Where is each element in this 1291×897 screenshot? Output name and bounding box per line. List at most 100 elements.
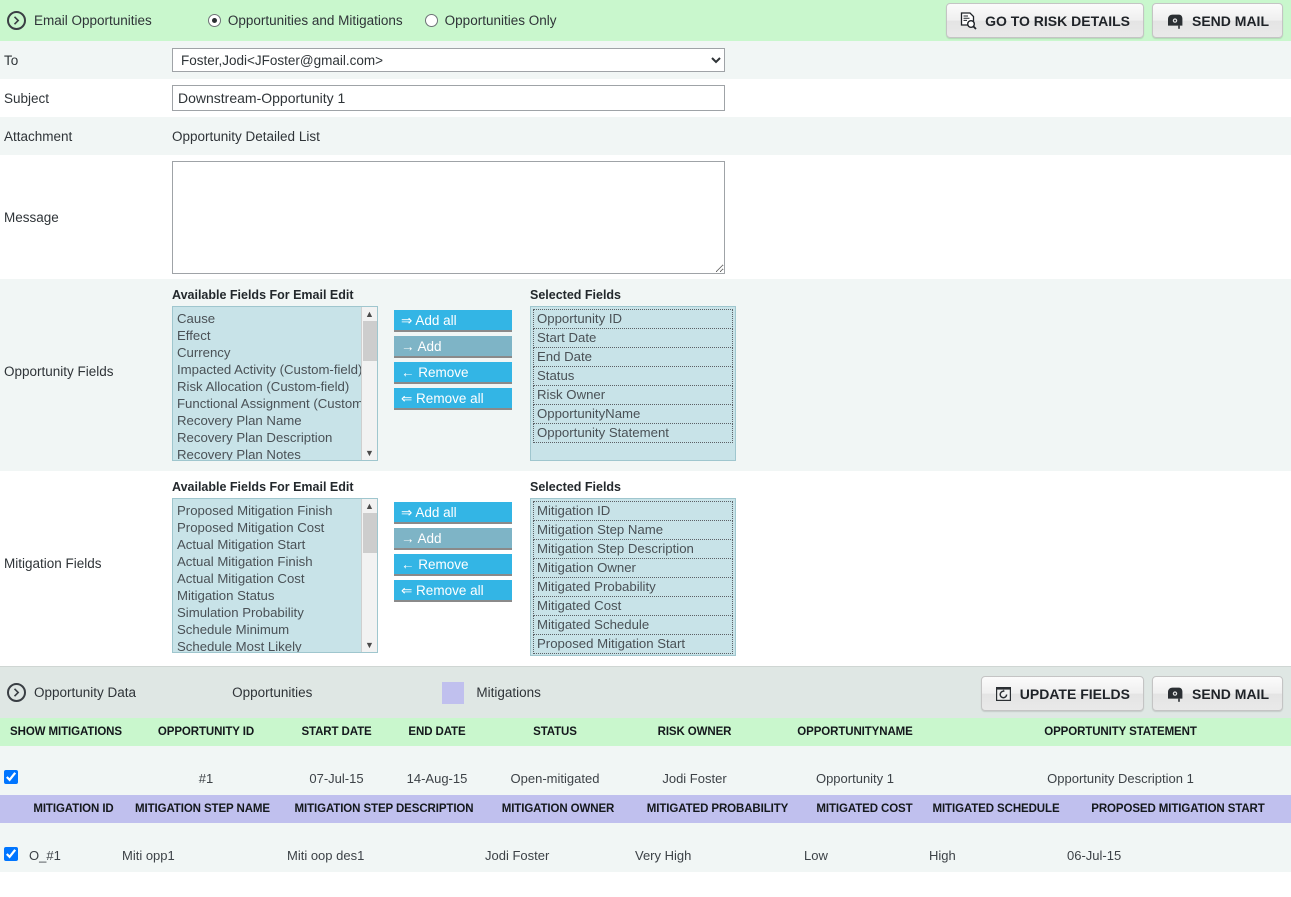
- mitigation-selected-listbox[interactable]: Mitigation ID Mitigation Step Name Mitig…: [530, 498, 736, 656]
- opportunity-available-scrollbar[interactable]: ▲ ▼: [361, 307, 377, 460]
- list-item[interactable]: Status: [533, 366, 733, 386]
- list-item[interactable]: Opportunity Statement: [533, 423, 733, 443]
- list-item[interactable]: Recovery Plan Description: [177, 429, 361, 446]
- list-item[interactable]: End Date: [533, 347, 733, 367]
- update-fields-button[interactable]: UPDATE FIELDS: [980, 676, 1144, 711]
- list-item[interactable]: Mitigation Step Name: [533, 520, 733, 540]
- list-item[interactable]: Risk Owner: [533, 385, 733, 405]
- list-item[interactable]: Mitigation Step Description: [533, 539, 733, 559]
- list-item[interactable]: Actual Mitigation Start: [177, 536, 361, 553]
- list-item[interactable]: Risk Allocation (Custom-field): [177, 378, 361, 395]
- column-header-mitigated-probability: MITIGATED PROBABILITY: [633, 795, 802, 823]
- list-item[interactable]: Mitigation Status: [177, 587, 361, 604]
- list-item[interactable]: Functional Assignment (Custom-f: [177, 395, 361, 412]
- opportunity-add-all-button[interactable]: ⇒ Add all: [394, 310, 512, 332]
- scroll-down-icon[interactable]: ▼: [365, 638, 374, 652]
- email-opportunities-header: Email Opportunities Opportunities and Mi…: [0, 0, 1291, 41]
- opportunity-remove-button[interactable]: ← Remove: [394, 362, 512, 384]
- mitigation-remove-button[interactable]: ← Remove: [394, 554, 512, 576]
- opportunity-available-options[interactable]: Cause Effect Currency Impacted Activity …: [173, 307, 361, 460]
- mitigation-row-checkbox[interactable]: [4, 847, 18, 861]
- opportunity-data-header: Opportunity Data Opportunities Mitigatio…: [0, 666, 1291, 718]
- send-mail-button-bottom[interactable]: SEND MAIL: [1152, 676, 1283, 711]
- list-item[interactable]: Start Date: [533, 328, 733, 348]
- radio-indicator[interactable]: [424, 14, 438, 27]
- radio-label: Opportunities Only: [444, 13, 557, 28]
- circle-arrow-right-icon[interactable]: [7, 683, 26, 702]
- opportunity-available-column: Available Fields For Email Edit Cause Ef…: [172, 288, 378, 461]
- scroll-down-icon[interactable]: ▼: [365, 446, 374, 460]
- mitigation-available-column: Available Fields For Email Edit Proposed…: [172, 480, 378, 653]
- radio-option-opportunities-and-mitigations[interactable]: Opportunities and Mitigations: [207, 13, 403, 28]
- mitigation-remove-all-button[interactable]: ⇐ Remove all: [394, 580, 512, 602]
- list-item[interactable]: Currency: [177, 344, 361, 361]
- list-item[interactable]: Impacted Activity (Custom-field): [177, 361, 361, 378]
- scrollbar-thumb[interactable]: [363, 321, 377, 361]
- mitigations-color-swatch: [442, 681, 465, 704]
- list-item[interactable]: Effect: [177, 327, 361, 344]
- radio-indicator[interactable]: [207, 14, 221, 27]
- column-header-mitigation-owner: MITIGATION OWNER: [483, 795, 633, 823]
- list-item[interactable]: Actual Mitigation Finish: [177, 553, 361, 570]
- button-label: SEND MAIL: [1192, 12, 1269, 29]
- mitigation-fields-dual-list: Available Fields For Email Edit Proposed…: [172, 480, 736, 656]
- list-item[interactable]: Actual Mitigation Cost: [177, 570, 361, 587]
- list-item[interactable]: Mitigation Owner: [533, 558, 733, 578]
- go-to-risk-details-button[interactable]: GO TO RISK DETAILS: [946, 3, 1144, 38]
- opportunity-data-title: Opportunity Data: [34, 685, 137, 700]
- column-header-opportunity-statement: OPPORTUNITY STATEMENT: [950, 718, 1291, 746]
- list-item[interactable]: Recovery Plan Notes: [177, 446, 361, 460]
- mitigation-select-cell[interactable]: [0, 839, 27, 872]
- list-item[interactable]: OpportunityName: [533, 404, 733, 424]
- column-header-mitigated-cost: MITIGATED COST: [802, 795, 927, 823]
- mitigation-add-button[interactable]: → Add: [394, 528, 512, 550]
- list-item[interactable]: Mitigated Cost: [533, 596, 733, 616]
- table-row[interactable]: O_#1 Miti opp1 Miti oop des1 Jodi Foster…: [0, 839, 1291, 872]
- mitigation-available-scrollbar[interactable]: ▲ ▼: [361, 499, 377, 652]
- opportunity-remove-all-button[interactable]: ⇐ Remove all: [394, 388, 512, 410]
- list-item[interactable]: Simulation Probability: [177, 604, 361, 621]
- selected-fields-header: Selected Fields: [530, 480, 622, 494]
- column-header-risk-owner: RISK OWNER: [629, 718, 760, 746]
- opportunity-available-listbox[interactable]: Cause Effect Currency Impacted Activity …: [172, 306, 378, 461]
- mitigation-id-cell: O_#1: [27, 839, 120, 872]
- radio-option-opportunities-only[interactable]: Opportunities Only: [424, 13, 557, 28]
- table-row[interactable]: #1 07-Jul-15 14-Aug-15 Open-mitigated Jo…: [0, 762, 1291, 795]
- list-item[interactable]: Mitigated Schedule: [533, 615, 733, 635]
- column-header-mitigated-schedule: MITIGATED SCHEDULE: [927, 795, 1065, 823]
- list-item[interactable]: Mitigated Probability: [533, 577, 733, 597]
- send-mail-button-top[interactable]: SEND MAIL: [1152, 3, 1283, 38]
- list-item[interactable]: Opportunity ID: [533, 309, 733, 329]
- show-mitigations-cell[interactable]: [0, 762, 132, 795]
- list-item[interactable]: Proposed Mitigation Start: [533, 634, 733, 654]
- list-item[interactable]: Mitigation ID: [533, 501, 733, 521]
- legend-mitigations-label: Mitigations: [476, 685, 541, 700]
- show-mitigations-checkbox[interactable]: [4, 770, 18, 784]
- list-item[interactable]: Cause: [177, 310, 361, 327]
- message-textarea[interactable]: [172, 160, 725, 274]
- scroll-up-icon[interactable]: ▲: [365, 307, 374, 321]
- scrollbar-thumb[interactable]: [363, 513, 377, 553]
- opportunity-id-cell: #1: [132, 762, 280, 795]
- opportunity-add-button[interactable]: → Add: [394, 336, 512, 358]
- list-item[interactable]: Recovery Plan Name: [177, 412, 361, 429]
- mitigation-add-all-button[interactable]: ⇒ Add all: [394, 502, 512, 524]
- message-row: Message: [0, 155, 1291, 279]
- list-item[interactable]: Schedule Minimum: [177, 621, 361, 638]
- scroll-up-icon[interactable]: ▲: [365, 499, 374, 513]
- subject-input[interactable]: [172, 85, 725, 111]
- mitigation-available-options[interactable]: Proposed Mitigation Finish Proposed Miti…: [173, 499, 361, 652]
- attachment-label: Attachment: [4, 128, 73, 144]
- list-item[interactable]: Proposed Mitigation Cost: [177, 519, 361, 536]
- opportunity-selected-column: Selected Fields Opportunity ID Start Dat…: [530, 288, 736, 461]
- to-recipient-select[interactable]: Foster,Jodi<JFoster@gmail.com>: [172, 48, 725, 72]
- mitigation-selected-column: Selected Fields Mitigation ID Mitigation…: [530, 480, 736, 656]
- list-item[interactable]: Schedule Most Likely: [177, 638, 361, 652]
- opportunity-name-cell: Opportunity 1: [760, 762, 950, 795]
- available-fields-header: Available Fields For Email Edit: [172, 288, 354, 302]
- mitigation-available-listbox[interactable]: Proposed Mitigation Finish Proposed Miti…: [172, 498, 378, 653]
- opportunity-selected-listbox[interactable]: Opportunity ID Start Date End Date Statu…: [530, 306, 736, 461]
- mitigation-fields-row: Mitigation Fields Available Fields For E…: [0, 471, 1291, 666]
- list-item[interactable]: Proposed Mitigation Finish: [177, 502, 361, 519]
- circle-arrow-right-icon[interactable]: [7, 11, 26, 30]
